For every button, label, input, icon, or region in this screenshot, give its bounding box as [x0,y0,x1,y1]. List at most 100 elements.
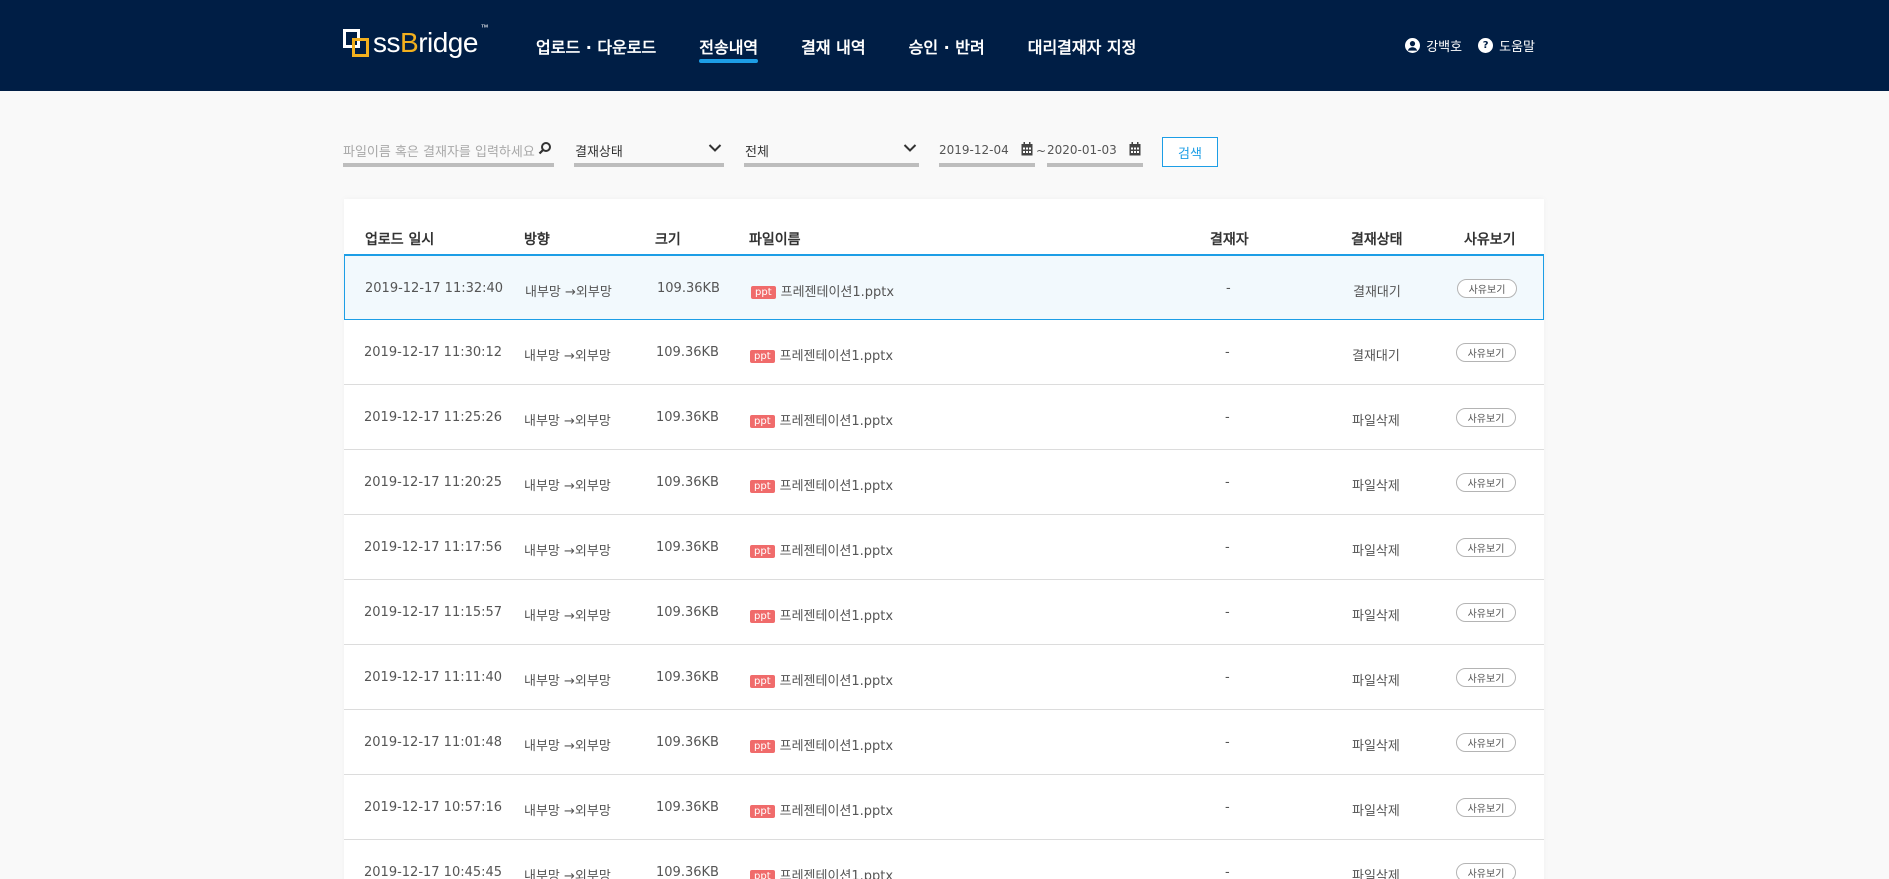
approval-status: 결재대기 [1352,349,1400,364]
table-row[interactable]: 2019-12-17 10:57:16 내부망 →외부망 109.36KB ppt 프레… [344,775,1544,840]
view-reason-button[interactable]: 사유보기 [1456,863,1516,879]
ppt-file-icon: ppt [750,610,775,623]
file-name-cell: ppt 프레젠테이션1.pptx [750,475,893,494]
upload-datetime: 2019-12-17 11:11:40 [364,670,503,685]
nav-proxy-approver[interactable]: 대리결재자 지정 [1028,0,1137,91]
search-button[interactable]: 검색 [1162,137,1218,167]
ppt-file-icon: ppt [750,805,775,818]
column-header-upload-time: 업로드 일시 [365,232,435,248]
table-row[interactable]: 2019-12-17 11:17:56 내부망 →외부망 109.36KB ppt 프레… [344,515,1544,580]
file-name: 프레젠테이션1.pptx [779,349,894,364]
top-header: ssBridge ™ 업로드 · 다운로드 전송내역 결재 내역 승인 · 반려… [0,0,1889,91]
date-to-field[interactable]: 2020-01-03 [1047,137,1143,167]
ppt-file-icon: ppt [750,480,775,493]
ppt-file-icon: ppt [750,415,775,428]
type-select-value: 전체 [745,144,769,160]
table-row[interactable]: 2019-12-17 11:30:12 내부망 →외부망 109.36KB ppt 프레… [344,320,1544,385]
approver: - [1225,540,1230,555]
file-size: 109.36KB [656,735,719,750]
column-header-approver: 결재자 [1210,232,1249,248]
column-header-status: 결재상태 [1351,232,1403,248]
ppt-file-icon: ppt [750,545,775,558]
file-size: 109.36KB [656,540,719,555]
approver: - [1225,410,1230,425]
file-name-cell: ppt 프레젠테이션1.pptx [751,281,894,300]
column-header-reason: 사유보기 [1464,232,1516,248]
table-row[interactable]: 2019-12-17 11:32:40 내부망 →외부망 109.36KB ppt 프레… [344,255,1544,320]
approver: - [1225,800,1230,815]
column-header-size: 크기 [655,232,681,248]
date-from-field[interactable]: 2019-12-04 [939,137,1035,167]
table-row[interactable]: 2019-12-17 11:11:40 내부망 →외부망 109.36KB ppt 프레… [344,645,1544,710]
view-reason-button[interactable]: 사유보기 [1456,668,1516,687]
view-reason-button[interactable]: 사유보기 [1456,473,1516,492]
date-from-value: 2019-12-04 [939,143,1009,157]
date-range-separator: ~ [1036,144,1047,158]
view-reason-button[interactable]: 사유보기 [1456,733,1516,752]
upload-datetime: 2019-12-17 11:20:25 [364,475,503,490]
table-header: 업로드 일시 방향 크기 파일이름 결재자 결재상태 사유보기 [344,199,1544,255]
approver: - [1225,735,1230,750]
calendar-icon[interactable] [1129,142,1141,156]
logo-trademark: ™ [480,23,488,32]
file-name: 프레젠테이션1.pptx [779,674,894,689]
view-reason-button[interactable]: 사유보기 [1456,343,1516,362]
table-row[interactable]: 2019-12-17 11:25:26 내부망 →외부망 109.36KB ppt 프레… [344,385,1544,450]
view-reason-button[interactable]: 사유보기 [1456,603,1516,622]
file-size: 109.36KB [657,281,720,296]
file-name: 프레젠테이션1.pptx [779,414,894,429]
upload-datetime: 2019-12-17 11:17:56 [364,540,503,555]
column-header-filename: 파일이름 [749,232,801,248]
transfer-direction: 내부망 →외부망 [524,479,611,494]
search-icon[interactable] [538,141,552,155]
transfer-direction: 내부망 →외부망 [524,804,611,819]
nav-approval-history[interactable]: 결재 내역 [801,0,865,91]
upload-datetime: 2019-12-17 11:15:57 [364,605,503,620]
calendar-icon[interactable] [1021,142,1033,156]
upload-datetime: 2019-12-17 11:01:48 [364,735,503,750]
view-reason-button[interactable]: 사유보기 [1456,538,1516,557]
help-label: 도움말 [1499,40,1535,55]
file-size: 109.36KB [656,605,719,620]
ppt-file-icon: ppt [750,350,775,363]
approval-status: 파일삭제 [1352,674,1400,689]
approver: - [1226,281,1231,296]
search-input[interactable]: 파일이름 혹은 결재자를 입력하세요 [343,137,554,167]
chevron-down-icon [708,144,722,152]
transfer-direction: 내부망 →외부망 [524,544,611,559]
nav-upload-download[interactable]: 업로드 · 다운로드 [536,0,656,91]
approval-status: 파일삭제 [1352,479,1400,494]
nav-approve-reject[interactable]: 승인 · 반려 [909,0,985,91]
table-row[interactable]: 2019-12-17 10:45:45 내부망 →외부망 109.36KB ppt 프레… [344,840,1544,879]
status-select[interactable]: 결재상태 [574,137,724,167]
type-select[interactable]: 전체 [744,137,919,167]
table-row[interactable]: 2019-12-17 11:20:25 내부망 →외부망 109.36KB ppt 프레… [344,450,1544,515]
help-link[interactable]: ? 도움말 [1478,36,1535,55]
logo-mark-icon [343,29,369,57]
file-name-cell: ppt 프레젠테이션1.pptx [750,410,893,429]
search-placeholder: 파일이름 혹은 결재자를 입력하세요 [343,144,535,160]
nav-transfer-history[interactable]: 전송내역 [699,0,758,91]
date-to-value: 2020-01-03 [1047,143,1117,157]
table-row[interactable]: 2019-12-17 11:01:48 내부망 →외부망 109.36KB ppt 프레… [344,710,1544,775]
approval-status: 파일삭제 [1352,804,1400,819]
user-menu[interactable]: 강백호 [1405,36,1462,55]
view-reason-button[interactable]: 사유보기 [1456,408,1516,427]
upload-datetime: 2019-12-17 10:45:45 [364,865,503,879]
approval-status: 파일삭제 [1352,609,1400,624]
approver: - [1225,345,1230,360]
approver: - [1225,605,1230,620]
column-header-direction: 방향 [524,232,550,248]
file-name-cell: ppt 프레젠테이션1.pptx [750,735,893,754]
approval-status: 파일삭제 [1352,739,1400,754]
file-name-cell: ppt 프레젠테이션1.pptx [750,540,893,559]
file-name-cell: ppt 프레젠테이션1.pptx [750,865,893,879]
view-reason-button[interactable]: 사유보기 [1457,279,1517,298]
file-size: 109.36KB [656,475,719,490]
table-row[interactable]: 2019-12-17 11:15:57 내부망 →외부망 109.36KB ppt 프레… [344,580,1544,645]
ssbridge-logo[interactable]: ssBridge ™ [343,23,488,60]
approval-status: 결재대기 [1353,285,1401,300]
approval-status: 파일삭제 [1352,414,1400,429]
upload-datetime: 2019-12-17 11:25:26 [364,410,503,425]
view-reason-button[interactable]: 사유보기 [1456,798,1516,817]
